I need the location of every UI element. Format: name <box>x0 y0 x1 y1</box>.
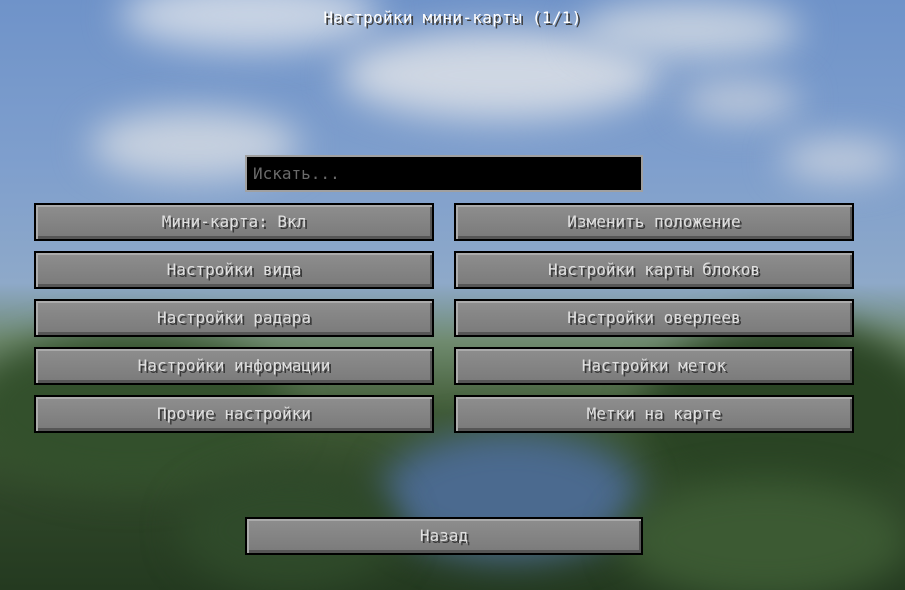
waypoint-settings-button[interactable]: Настройки меток <box>454 347 854 385</box>
map-waypoints-button[interactable]: Метки на карте <box>454 395 854 433</box>
cloud <box>780 140 900 180</box>
edit-position-button[interactable]: Изменить положение <box>454 203 854 241</box>
minimap-toggle-button[interactable]: Мини-карта: Вкл <box>34 203 434 241</box>
block-map-settings-button[interactable]: Настройки карты блоков <box>454 251 854 289</box>
blurred-world-background <box>0 0 905 590</box>
other-settings-button[interactable]: Прочие настройки <box>34 395 434 433</box>
overlay-settings-button[interactable]: Настройки оверлеев <box>454 299 854 337</box>
view-settings-button[interactable]: Настройки вида <box>34 251 434 289</box>
info-settings-button[interactable]: Настройки информации <box>34 347 434 385</box>
cloud <box>680 80 800 120</box>
grass <box>620 480 905 590</box>
search-input[interactable] <box>245 155 643 192</box>
screen-title: Настройки мини-карты (1/1) <box>323 8 582 27</box>
radar-settings-button[interactable]: Настройки радара <box>34 299 434 337</box>
back-button[interactable]: Назад <box>245 517 643 555</box>
